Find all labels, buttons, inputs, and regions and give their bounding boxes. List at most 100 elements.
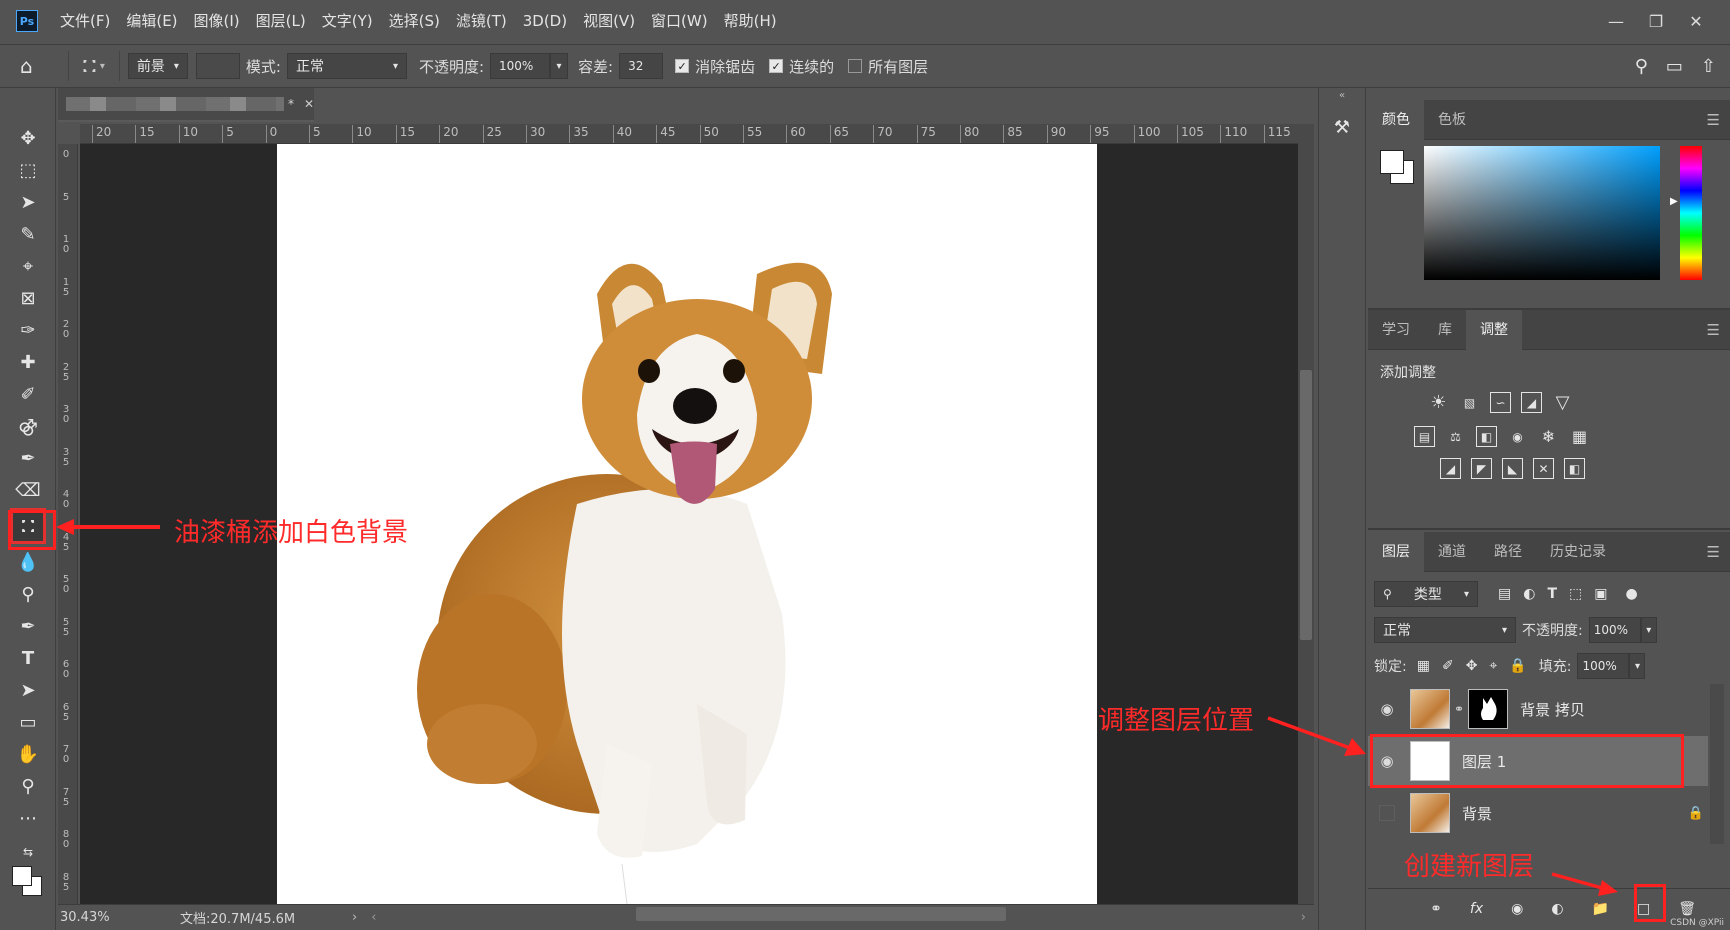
- curves-icon[interactable]: ∽: [1490, 392, 1511, 413]
- invert-icon[interactable]: ◢: [1440, 458, 1461, 479]
- brightness-icon[interactable]: ☀: [1428, 392, 1449, 413]
- layer-row-background-copy[interactable]: ◉ ⚭ 背景 拷贝: [1368, 684, 1708, 734]
- move-tool-icon[interactable]: ✥: [10, 124, 46, 152]
- link-layers-icon[interactable]: ⚭: [1430, 901, 1442, 917]
- channel-mixer-icon[interactable]: ❄: [1538, 426, 1559, 447]
- lock-image-icon[interactable]: ✐: [1442, 658, 1454, 674]
- panel-menu-icon[interactable]: ☰: [1707, 321, 1720, 339]
- link-chain-icon[interactable]: ⚭: [1454, 702, 1464, 716]
- menu-window[interactable]: 窗口(W): [643, 0, 716, 42]
- clone-stamp-tool-icon[interactable]: ⚣: [10, 412, 46, 440]
- menu-type[interactable]: 文字(Y): [314, 0, 381, 42]
- menu-file[interactable]: 文件(F): [52, 0, 118, 42]
- quick-select-tool-icon[interactable]: ✎: [10, 220, 46, 248]
- contiguous-checkbox[interactable]: ✓ 连续的: [769, 56, 834, 77]
- layers-scrollbar[interactable]: [1710, 684, 1724, 844]
- scroll-right-icon[interactable]: ›: [1301, 910, 1306, 925]
- layer-opacity-dropdown[interactable]: ▾: [1640, 617, 1657, 643]
- home-icon[interactable]: ⌂: [20, 54, 60, 78]
- history-brush-tool-icon[interactable]: ✒: [10, 444, 46, 472]
- document-tab[interactable]: * ✕: [58, 88, 314, 122]
- panel-menu-icon[interactable]: ☰: [1707, 111, 1720, 129]
- filter-smart-object-icon[interactable]: ▣: [1594, 586, 1607, 602]
- dodge-tool-icon[interactable]: ⚲: [10, 580, 46, 608]
- add-mask-icon[interactable]: ◉: [1511, 901, 1523, 917]
- 3d-panel-icon[interactable]: ⚒: [1328, 113, 1356, 141]
- menu-view[interactable]: 视图(V): [575, 0, 643, 42]
- menu-image[interactable]: 图像(I): [186, 0, 248, 42]
- minimize-icon[interactable]: —: [1596, 8, 1636, 34]
- more-tools-icon[interactable]: ⋯: [10, 804, 46, 832]
- path-select-tool-icon[interactable]: ➤: [10, 676, 46, 704]
- color-field[interactable]: [1424, 146, 1660, 280]
- frame-tool-icon[interactable]: ⊠: [10, 284, 46, 312]
- menu-layer[interactable]: 图层(L): [248, 0, 314, 42]
- pen-tool-icon[interactable]: ✒: [10, 612, 46, 640]
- marquee-tool-icon[interactable]: ⬚: [10, 156, 46, 184]
- eye-icon[interactable]: ◉: [1376, 700, 1398, 718]
- delete-layer-icon[interactable]: 🗑: [1678, 901, 1696, 917]
- menu-edit[interactable]: 编辑(E): [118, 0, 185, 42]
- antialias-checkbox[interactable]: ✓ 消除锯齿: [675, 56, 755, 77]
- tab-color[interactable]: 颜色: [1368, 99, 1424, 140]
- foreground-color-swatch[interactable]: [12, 866, 32, 886]
- rectangle-tool-icon[interactable]: ▭: [10, 708, 46, 736]
- filter-pixel-icon[interactable]: ▤: [1498, 586, 1511, 602]
- tab-channels[interactable]: 通道: [1424, 532, 1480, 572]
- eyedropper-tool-icon[interactable]: ✑: [10, 316, 46, 344]
- new-group-icon[interactable]: 📁: [1592, 901, 1609, 917]
- photo-filter-icon[interactable]: ◉: [1507, 426, 1528, 447]
- status-arrow-icon[interactable]: ›: [352, 910, 357, 925]
- tab-swatches[interactable]: 色板: [1424, 100, 1480, 140]
- workspace-icon[interactable]: ▭: [1666, 56, 1683, 77]
- fill-source-select[interactable]: 前景 ▾: [127, 53, 188, 79]
- zoom-level[interactable]: 30.43%: [60, 910, 150, 925]
- black-white-icon[interactable]: ◧: [1476, 426, 1497, 447]
- pattern-picker[interactable]: [195, 53, 240, 79]
- filter-type-icon[interactable]: T: [1547, 586, 1557, 602]
- opacity-input[interactable]: 100%: [490, 53, 551, 79]
- layer-mask-thumbnail[interactable]: [1468, 689, 1509, 729]
- zoom-tool-icon[interactable]: ⚲: [10, 772, 46, 800]
- lasso-tool-icon[interactable]: ➤: [10, 188, 46, 216]
- fg-color-chip[interactable]: [1380, 150, 1404, 174]
- color-lookup-icon[interactable]: ▦: [1569, 426, 1590, 447]
- opacity-dropdown[interactable]: ▾: [550, 53, 569, 79]
- fill-input[interactable]: 100%: [1577, 653, 1630, 679]
- color-balance-icon[interactable]: ⚖: [1445, 426, 1466, 447]
- tool-preset-picker[interactable]: ⛚ ▾: [83, 56, 105, 77]
- tab-layers[interactable]: 图层: [1368, 531, 1424, 572]
- filter-adjustment-icon[interactable]: ◐: [1523, 586, 1535, 602]
- layer-opacity-input[interactable]: 100%: [1588, 617, 1641, 643]
- hue-saturation-icon[interactable]: ▤: [1414, 426, 1435, 447]
- visibility-off-box[interactable]: [1379, 805, 1395, 821]
- search-icon[interactable]: ⚲: [1635, 56, 1648, 77]
- fill-dropdown[interactable]: ▾: [1629, 653, 1646, 679]
- share-icon[interactable]: ⇧: [1701, 56, 1716, 77]
- new-adjustment-icon[interactable]: ◐: [1551, 901, 1563, 917]
- scroll-left-icon[interactable]: ‹: [371, 910, 376, 925]
- tab-learn[interactable]: 学习: [1368, 310, 1424, 350]
- fx-icon[interactable]: fx: [1470, 901, 1483, 917]
- selective-color-icon[interactable]: ✕: [1533, 458, 1554, 479]
- vertical-scroll-thumb[interactable]: [1300, 370, 1312, 640]
- blend-mode-select[interactable]: 正常 ▾: [1374, 617, 1516, 643]
- mode-select[interactable]: 正常 ▾: [286, 53, 407, 79]
- menu-3d[interactable]: 3D(D): [515, 0, 575, 42]
- layer-filter-select[interactable]: ⚲ 类型 ▾: [1374, 581, 1478, 607]
- eraser-tool-icon[interactable]: ⌫: [10, 476, 46, 504]
- healing-brush-tool-icon[interactable]: ✚: [10, 348, 46, 376]
- swap-colors-icon[interactable]: ⇆: [10, 838, 46, 866]
- tolerance-input[interactable]: 32: [619, 53, 664, 79]
- panel-menu-icon[interactable]: ☰: [1707, 543, 1720, 561]
- exposure-icon[interactable]: ◢: [1521, 392, 1542, 413]
- filter-toggle-icon[interactable]: ●: [1625, 586, 1637, 602]
- crop-tool-icon[interactable]: ⌖: [10, 252, 46, 280]
- tab-libraries[interactable]: 库: [1424, 310, 1466, 350]
- tab-adjustments[interactable]: 调整: [1466, 309, 1522, 350]
- horizontal-scroll-thumb[interactable]: [636, 907, 1006, 921]
- menu-filter[interactable]: 滤镜(T): [448, 0, 515, 42]
- lock-all-icon[interactable]: 🔒: [1509, 658, 1526, 674]
- menu-select[interactable]: 选择(S): [381, 0, 448, 42]
- posterize-icon[interactable]: ◤: [1471, 458, 1492, 479]
